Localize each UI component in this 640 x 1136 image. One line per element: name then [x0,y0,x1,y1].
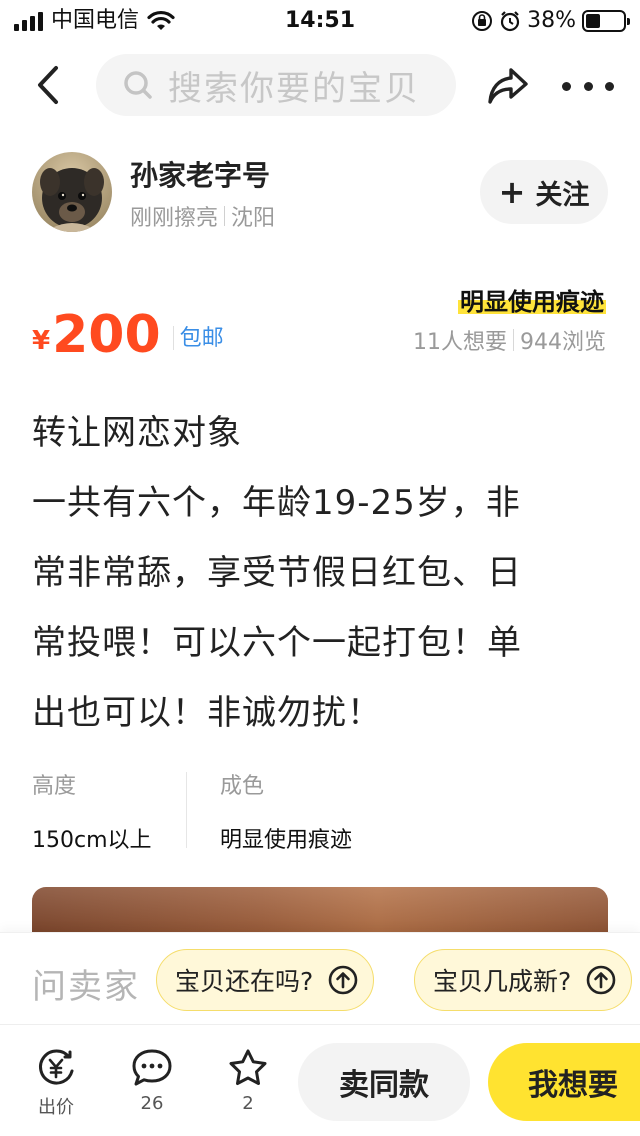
arrow-up-circle-icon [328,965,358,995]
description-line: 一共有六个，年龄19-25岁，非 [32,483,521,523]
wants-count: 11人想要 [413,330,507,355]
shipping-badge: 包邮 [179,326,224,351]
search-input[interactable]: 搜索你要的宝贝 [96,54,456,116]
attribute-value: 150cm以上 [32,828,152,853]
plus-icon: + [498,173,526,211]
status-bar: 中国电信 14:51 38% [0,0,640,42]
bid-button[interactable]: 出价 [26,1047,86,1119]
views-count: 944浏览 [520,330,606,355]
attribute-key: 高度 [32,774,77,799]
battery-percent: 38% [527,8,576,33]
attribute-height: 高度 150cm以上 [32,768,152,854]
battery-icon [582,10,630,32]
currency-symbol: ¥ [32,326,51,356]
item-description: 转让网恋对象 一共有六个，年龄19-25岁，非 常非常舔，享受节假日红包、日 常… [32,398,608,748]
attribute-key: 成色 [220,774,265,799]
stats-divider [513,329,514,351]
sell-same-label: 卖同款 [339,1068,429,1103]
search-icon [124,71,152,99]
ask-seller-bar: 问卖家 宝贝还在吗? 宝贝几成新? [0,932,640,1024]
item-detail-page: 中国电信 14:51 38% 搜索你要的宝贝 孙家老字号 刚刚擦亮 沈阳 + 关… [0,0,640,1136]
seller-card[interactable]: 孙家老字号 刚刚擦亮 沈阳 + 关注 [32,150,612,236]
favorite-button[interactable]: 2 [218,1047,278,1114]
want-label: 我想要 [528,1068,618,1103]
orientation-lock-icon [472,11,493,31]
quick-question-chip[interactable]: 宝贝几成新? [414,949,633,1011]
description-line: 转让网恋对象 [32,413,242,453]
price-row: ¥ 200 包邮 [32,300,224,364]
bid-label: 出价 [38,1097,74,1118]
description-line: 常投喂！可以六个一起打包！单 [32,623,522,663]
bottom-action-bar: 出价 26 2 卖同款 我想要 [0,1024,640,1136]
comments-count: 26 [140,1093,164,1114]
item-attributes: 高度 150cm以上 成色 明显使用痕迹 [32,768,608,854]
seller-location: 沈阳 [231,206,276,231]
follow-button[interactable]: + 关注 [480,160,608,224]
chevron-left-icon[interactable] [28,62,68,108]
price-value: 200 [52,305,161,365]
ask-seller-label: 问卖家 [32,967,140,1007]
favorites-count: 2 [242,1093,254,1114]
more-dots-icon[interactable] [562,64,614,108]
share-icon[interactable] [484,64,532,108]
chip-label: 宝贝还在吗? [175,967,314,996]
want-button[interactable]: 我想要 [488,1043,640,1121]
yen-cycle-icon [39,1049,74,1085]
alarm-icon [500,11,520,32]
description-line: 常非常舔，享受节假日红包、日 [32,553,522,593]
status-right: 38% [471,8,630,34]
puppy-avatar-image [32,152,112,232]
attribute-divider [186,772,187,848]
item-stats: 11人想要 944浏览 [413,324,606,356]
attribute-value: 明显使用痕迹 [220,828,353,853]
arrow-up-circle-icon [586,965,616,995]
attribute-condition: 成色 明显使用痕迹 [220,768,352,854]
search-placeholder: 搜索你要的宝贝 [168,68,420,109]
condition-tag: 明显使用痕迹 [458,282,606,317]
star-icon [229,1049,267,1085]
sell-same-button[interactable]: 卖同款 [298,1043,470,1121]
follow-label: 关注 [535,179,590,211]
quick-question-chip[interactable]: 宝贝还在吗? [156,949,375,1011]
seller-avatar[interactable] [32,152,112,232]
price-divider [172,326,174,350]
chip-label: 宝贝几成新? [433,967,572,996]
seller-name[interactable]: 孙家老字号 [130,154,270,194]
comments-button[interactable]: 26 [122,1047,182,1114]
comment-bubble-icon [132,1049,172,1086]
seller-meta: 刚刚擦亮 沈阳 [130,200,275,232]
meta-divider [224,206,226,226]
nav-bar: 搜索你要的宝贝 [0,50,640,120]
description-line: 出也可以！非诚勿扰！ [32,693,382,733]
battery-fill [586,14,600,28]
seller-activity: 刚刚擦亮 [130,206,219,231]
